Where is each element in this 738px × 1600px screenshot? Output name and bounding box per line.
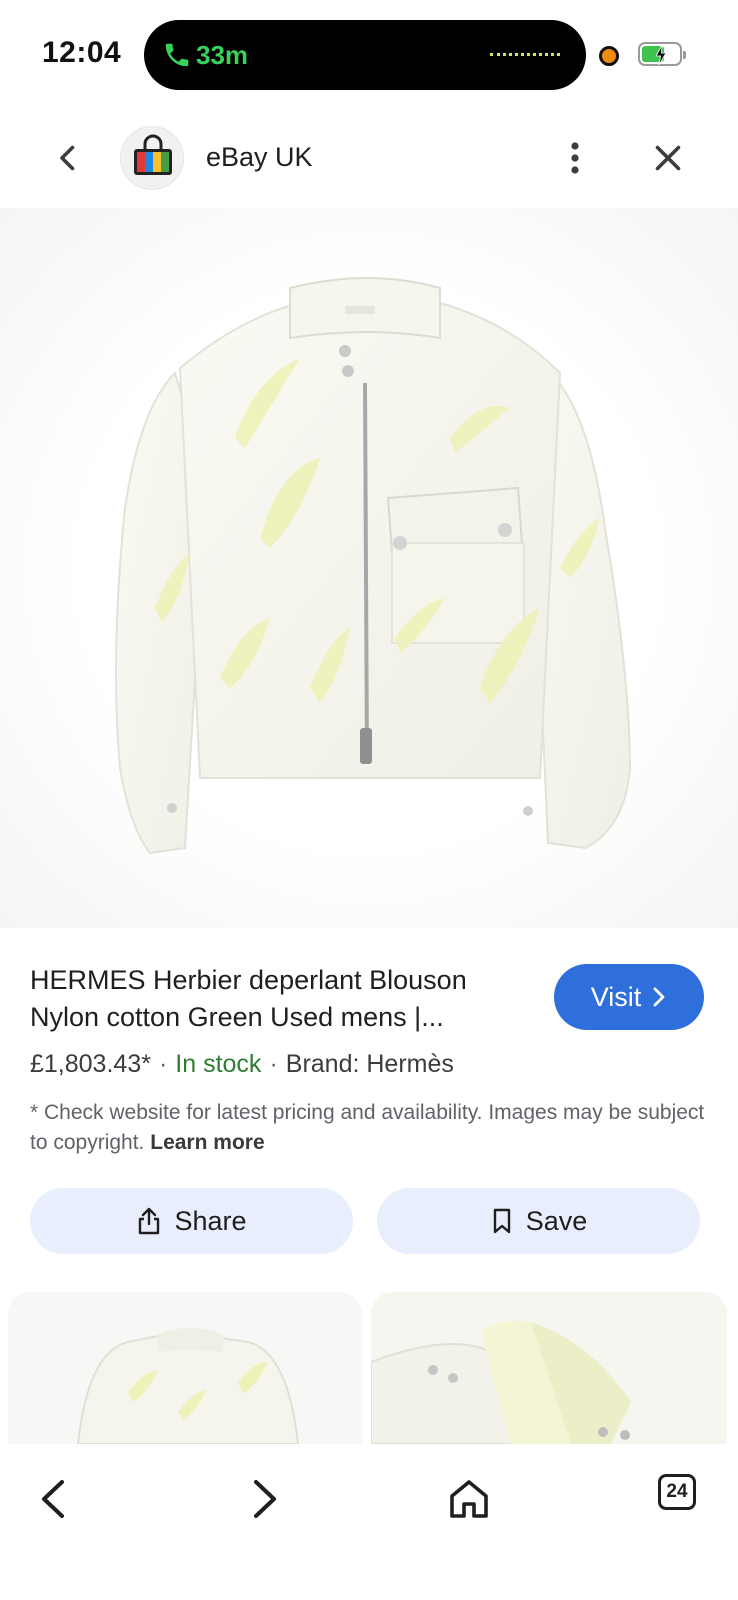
product-image[interactable]: [0, 208, 738, 928]
chevron-right-icon: [653, 987, 665, 1007]
share-button[interactable]: Share: [30, 1188, 353, 1254]
dynamic-island-call[interactable]: 33m: [144, 20, 586, 90]
close-icon[interactable]: [650, 140, 686, 176]
separator: ·: [269, 1050, 278, 1078]
related-image[interactable]: [371, 1292, 727, 1444]
sheet-header: eBay UK: [0, 118, 738, 202]
price: £1,803.43*: [30, 1050, 151, 1078]
share-label: Share: [174, 1205, 247, 1236]
disclaimer-text: * Check website for latest pricing and a…: [30, 1101, 705, 1154]
bookmark-icon: [493, 1208, 510, 1234]
tab-count: 24: [658, 1474, 696, 1510]
forward-arrow-icon[interactable]: [238, 1474, 288, 1524]
save-button[interactable]: Save: [377, 1188, 700, 1254]
product-meta: £1,803.43* · In stock · Brand: Hermès: [30, 1050, 454, 1079]
tabs-icon[interactable]: 24: [658, 1474, 708, 1524]
shopping-bag-logo-icon: [120, 126, 184, 190]
jacket-detail-thumbnail: [371, 1292, 727, 1444]
battery-cap: [683, 51, 686, 59]
site-name[interactable]: eBay UK: [206, 142, 313, 173]
save-label: Save: [525, 1205, 588, 1236]
phone-call-icon: [165, 43, 189, 67]
visit-button[interactable]: Visit: [554, 964, 704, 1030]
disclaimer: * Check website for latest pricing and a…: [30, 1098, 710, 1158]
jacket-illustration: [115, 277, 632, 855]
related-image[interactable]: [8, 1292, 362, 1444]
brand: Brand: Hermès: [285, 1050, 454, 1078]
separator: ·: [158, 1050, 168, 1078]
stock-status: In stock: [175, 1050, 262, 1078]
audio-waveform-icon: [490, 53, 560, 57]
charging-bolt-icon: [655, 45, 667, 65]
clock: 12:04: [42, 36, 122, 69]
bottom-nav: 24: [0, 1444, 738, 1600]
call-duration: 33m: [196, 40, 249, 70]
home-icon[interactable]: [444, 1474, 494, 1524]
visit-label: Visit: [590, 981, 642, 1012]
product-title[interactable]: HERMES Herbier deperlant Blouson Nylon c…: [30, 962, 530, 1036]
status-bar: 12:04 33m: [0, 0, 738, 110]
learn-more-link[interactable]: Learn more: [150, 1131, 264, 1154]
more-vert-icon[interactable]: [560, 138, 590, 178]
share-icon: [139, 1207, 160, 1235]
jacket-thumbnail: [76, 1328, 300, 1444]
back-arrow-icon[interactable]: [30, 1474, 80, 1524]
recording-dot-icon: [599, 46, 619, 66]
back-chevron-icon[interactable]: [50, 140, 86, 176]
battery-charging-icon: [638, 42, 686, 66]
